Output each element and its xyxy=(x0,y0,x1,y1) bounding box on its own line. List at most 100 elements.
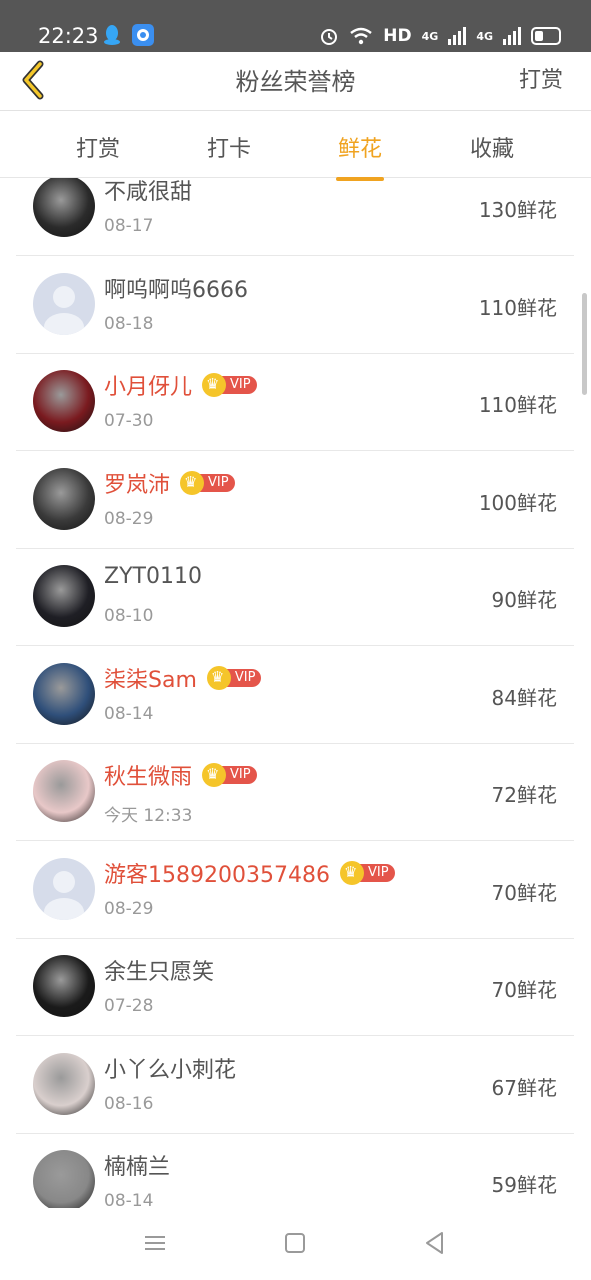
name-line: 小丫么小刺花 xyxy=(104,1052,236,1084)
crown-icon xyxy=(206,665,231,690)
user-name[interactable]: 游客1589200357486 xyxy=(104,857,330,889)
list-item[interactable]: 罗岚沛 VIP 08-29 100鲜花 xyxy=(16,451,574,549)
date-label: 08-29 xyxy=(104,508,154,529)
wifi-icon xyxy=(350,27,373,45)
user-name[interactable]: 啊呜啊呜6666 xyxy=(104,272,248,304)
vip-badge: VIP xyxy=(202,763,257,787)
status-time: 22:23 xyxy=(38,24,99,48)
tab-label: 打卡 xyxy=(206,137,251,162)
avatar[interactable] xyxy=(33,1150,95,1208)
user-name[interactable]: 秋生微雨 xyxy=(104,759,192,791)
tab-label: 打赏 xyxy=(75,137,120,162)
tab-flowers[interactable]: 鲜花 xyxy=(320,131,400,181)
vip-badge: VIP xyxy=(202,373,257,397)
list-item[interactable]: 余生只愿笑 07-28 70鲜花 xyxy=(16,938,574,1036)
user-name[interactable]: 楠楠兰 xyxy=(104,1149,170,1181)
back-icon[interactable] xyxy=(420,1228,450,1258)
fan-ranking-list[interactable]: 不咸很甜08-17130鲜花啊呜啊呜666608-18110鲜花小月伢儿VIP0… xyxy=(0,178,591,1208)
user-name[interactable]: 罗岚沛 xyxy=(104,467,170,499)
name-line: 小月伢儿 VIP xyxy=(104,369,257,401)
avatar[interactable] xyxy=(33,1052,95,1115)
top-app-bar: 粉丝荣誉榜 打赏 xyxy=(0,52,591,111)
list-item[interactable]: 不咸很甜 08-17 130鲜花 xyxy=(16,178,574,256)
flower-count: 59鲜花 xyxy=(491,1173,557,1197)
vip-badge: VIP xyxy=(339,860,395,885)
home-icon[interactable] xyxy=(280,1228,310,1258)
name-line: ZYT0110 xyxy=(104,564,202,589)
avatar[interactable] xyxy=(33,272,95,335)
date-label: 08-18 xyxy=(104,313,154,334)
flower-count: 130鲜花 xyxy=(478,198,557,222)
crown-icon xyxy=(180,470,205,495)
user-name[interactable]: ZYT0110 xyxy=(104,564,202,589)
date-label: 08-17 xyxy=(104,216,154,236)
default-avatar-icon xyxy=(33,857,95,920)
user-name[interactable]: 余生只愿笑 xyxy=(104,954,214,986)
date-label: 08-16 xyxy=(104,1093,154,1114)
name-line: 柒柒Sam VIP xyxy=(104,662,262,694)
user-name[interactable]: 柒柒Sam xyxy=(104,662,197,694)
tab-checkin[interactable]: 打卡 xyxy=(189,131,269,163)
name-line: 不咸很甜 xyxy=(104,178,192,206)
flower-count: 90鲜花 xyxy=(491,588,557,612)
list-item[interactable]: 柒柒Sam VIP 08-14 84鲜花 xyxy=(16,646,574,744)
avatar[interactable] xyxy=(33,760,95,822)
list-item[interactable]: 秋生微雨 VIP 今天 12:33 72鲜花 xyxy=(16,743,574,841)
avatar[interactable] xyxy=(33,662,95,725)
signal-icon-2 xyxy=(503,27,521,45)
date-label: 08-14 xyxy=(104,703,154,724)
date-label: 今天 12:33 xyxy=(104,806,193,826)
list-item[interactable]: ZYT0110 08-10 90鲜花 xyxy=(16,548,574,646)
crown-icon xyxy=(202,763,227,787)
tab-bar: 打赏 打卡 鲜花 收藏 xyxy=(0,111,591,181)
flower-count: 70鲜花 xyxy=(491,880,557,905)
list-item[interactable]: 小丫么小刺花 08-16 67鲜花 xyxy=(16,1036,574,1134)
alarm-icon xyxy=(321,29,338,45)
list-item[interactable]: 啊呜啊呜6666 08-18 110鲜花 xyxy=(16,256,574,354)
tab-reward[interactable]: 打赏 xyxy=(58,131,138,163)
tab-label: 收藏 xyxy=(469,137,514,162)
avatar[interactable] xyxy=(33,565,95,627)
tab-favorites[interactable]: 收藏 xyxy=(452,131,532,163)
signal-icon xyxy=(448,27,467,45)
name-line: 罗岚沛 VIP xyxy=(104,467,235,499)
flower-count: 84鲜花 xyxy=(491,685,557,710)
tab-label: 鲜花 xyxy=(337,137,382,162)
flower-count: 110鲜花 xyxy=(478,393,557,417)
list-item[interactable]: 游客1589200357486 VIP 08-29 70鲜花 xyxy=(16,841,574,939)
list-item[interactable]: 小月伢儿 VIP 07-30 110鲜花 xyxy=(16,353,574,451)
crown-icon xyxy=(202,373,227,397)
system-nav-bar xyxy=(0,1208,591,1280)
flower-count: 67鲜花 xyxy=(491,1075,557,1100)
flower-count: 100鲜花 xyxy=(478,490,557,515)
status-bar: 22:23 HD 4G 4G xyxy=(0,0,591,52)
scrollbar[interactable] xyxy=(582,293,587,395)
vip-badge: VIP xyxy=(206,665,262,690)
user-name[interactable]: 小月伢儿 xyxy=(104,369,192,401)
avatar[interactable] xyxy=(33,467,95,530)
name-line: 游客1589200357486 VIP xyxy=(104,857,395,889)
date-label: 08-14 xyxy=(104,1191,154,1208)
avatar[interactable] xyxy=(33,178,95,237)
menu-icon[interactable] xyxy=(140,1228,170,1258)
flower-count: 110鲜花 xyxy=(478,295,557,320)
hd-indicator: HD xyxy=(383,26,412,46)
user-name[interactable]: 小丫么小刺花 xyxy=(104,1052,236,1084)
app-notification-icon xyxy=(132,24,154,46)
qq-icon xyxy=(104,25,120,45)
reward-button[interactable]: 打赏 xyxy=(519,62,563,94)
user-name[interactable]: 不咸很甜 xyxy=(104,178,192,206)
date-label: 08-29 xyxy=(104,898,154,919)
battery-icon xyxy=(531,27,561,45)
name-line: 啊呜啊呜6666 xyxy=(104,272,248,304)
flower-count: 72鲜花 xyxy=(491,783,557,807)
date-label: 07-30 xyxy=(104,411,154,431)
list-item[interactable]: 楠楠兰 08-14 59鲜花 xyxy=(16,1133,574,1208)
network-4g-label-2: 4G xyxy=(476,29,493,43)
avatar[interactable] xyxy=(33,857,95,920)
avatar[interactable] xyxy=(33,955,95,1017)
vip-badge: VIP xyxy=(180,470,235,495)
avatar[interactable] xyxy=(33,370,95,432)
page-title: 粉丝荣誉榜 xyxy=(235,68,356,96)
network-4g-label: 4G xyxy=(421,29,439,43)
